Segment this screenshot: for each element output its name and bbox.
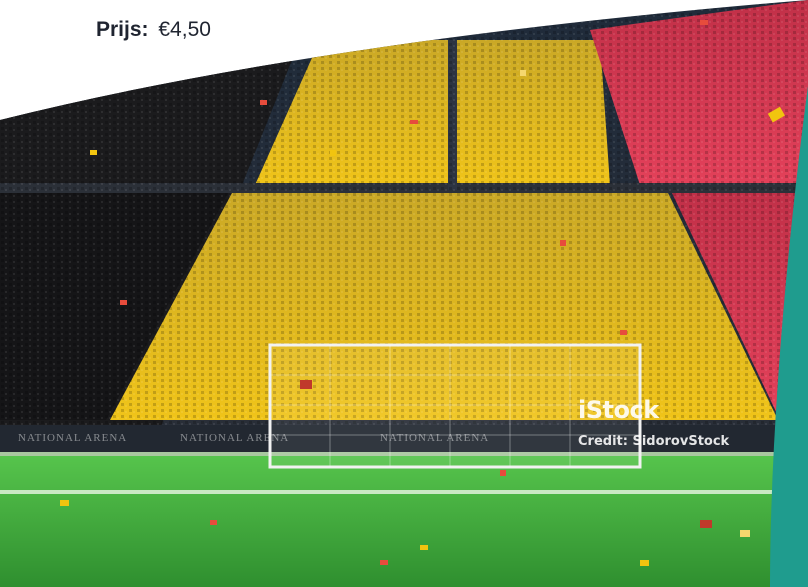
board-text-3: NATIONAL ARENA — [380, 432, 490, 444]
price-label: Prijs: — [96, 18, 149, 41]
hero-stadium-photo — [0, 0, 808, 587]
price-display: Prijs: €4,50 — [96, 18, 211, 42]
price-value: €4,50 — [158, 18, 211, 41]
istock-credit: Credit: SidorovStock — [578, 434, 730, 449]
board-text-2: NATIONAL ARENA — [180, 432, 290, 444]
istock-watermark-logo: iStock — [578, 396, 659, 424]
board-text-1: NATIONAL ARENA — [18, 432, 128, 444]
